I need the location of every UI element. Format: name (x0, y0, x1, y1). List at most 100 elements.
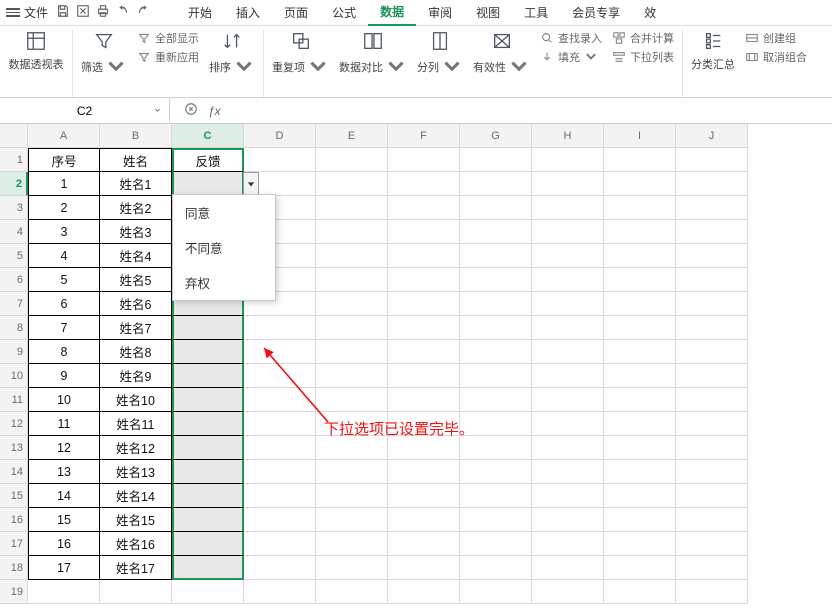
cell-A2[interactable]: 1 (28, 172, 100, 196)
cell-D13[interactable] (244, 436, 316, 460)
cell-F2[interactable] (388, 172, 460, 196)
col-header-A[interactable]: A (28, 124, 100, 148)
cell-I14[interactable] (604, 460, 676, 484)
cell-H3[interactable] (532, 196, 604, 220)
cell-B16[interactable]: 姓名15 (100, 508, 172, 532)
cell-A4[interactable]: 3 (28, 220, 100, 244)
cell-J19[interactable] (676, 580, 748, 604)
cell-I3[interactable] (604, 196, 676, 220)
col-header-C[interactable]: C (172, 124, 244, 148)
cell-B11[interactable]: 姓名10 (100, 388, 172, 412)
cell-G1[interactable] (460, 148, 532, 172)
cell-E13[interactable] (316, 436, 388, 460)
cell-E7[interactable] (316, 292, 388, 316)
col-header-G[interactable]: G (460, 124, 532, 148)
cell-B8[interactable]: 姓名7 (100, 316, 172, 340)
menu-tab-3[interactable]: 公式 (320, 0, 368, 26)
cell-A8[interactable]: 7 (28, 316, 100, 340)
cell-F4[interactable] (388, 220, 460, 244)
cell-G13[interactable] (460, 436, 532, 460)
cell-E19[interactable] (316, 580, 388, 604)
cell-J16[interactable] (676, 508, 748, 532)
menu-tab-1[interactable]: 插入 (224, 0, 272, 26)
cell-C14[interactable] (172, 460, 244, 484)
cell-J14[interactable] (676, 460, 748, 484)
cell-A3[interactable]: 2 (28, 196, 100, 220)
cell-F9[interactable] (388, 340, 460, 364)
row-header-8[interactable]: 8 (0, 316, 28, 340)
cell-H15[interactable] (532, 484, 604, 508)
lookup-button[interactable]: 查找录入 (540, 30, 602, 46)
cell-H16[interactable] (532, 508, 604, 532)
cell-D19[interactable] (244, 580, 316, 604)
cell-C13[interactable] (172, 436, 244, 460)
name-box[interactable] (0, 98, 170, 123)
dropdown-option-0[interactable]: 同意 (173, 195, 275, 230)
cell-H18[interactable] (532, 556, 604, 580)
row-header-5[interactable]: 5 (0, 244, 28, 268)
cell-E10[interactable] (316, 364, 388, 388)
cell-E16[interactable] (316, 508, 388, 532)
cell-C10[interactable] (172, 364, 244, 388)
cell-I18[interactable] (604, 556, 676, 580)
cell-I8[interactable] (604, 316, 676, 340)
filter-button[interactable]: 筛选 (81, 30, 127, 78)
cell-J1[interactable] (676, 148, 748, 172)
cell-I17[interactable] (604, 532, 676, 556)
cell-J2[interactable] (676, 172, 748, 196)
cell-B10[interactable]: 姓名9 (100, 364, 172, 388)
row-header-7[interactable]: 7 (0, 292, 28, 316)
cell-G4[interactable] (460, 220, 532, 244)
cell-D10[interactable] (244, 364, 316, 388)
cell-I6[interactable] (604, 268, 676, 292)
redo-icon[interactable] (136, 4, 150, 21)
row-header-18[interactable]: 18 (0, 556, 28, 580)
sort-button[interactable]: 排序 (209, 30, 255, 78)
save-icon[interactable] (56, 4, 70, 21)
cell-F19[interactable] (388, 580, 460, 604)
cell-E15[interactable] (316, 484, 388, 508)
col-header-E[interactable]: E (316, 124, 388, 148)
cell-F18[interactable] (388, 556, 460, 580)
cell-E3[interactable] (316, 196, 388, 220)
menu-tab-9[interactable]: 效 (632, 0, 668, 26)
col-header-J[interactable]: J (676, 124, 748, 148)
col-header-I[interactable]: I (604, 124, 676, 148)
compare-button[interactable]: 数据对比 (339, 30, 407, 78)
cell-C15[interactable] (172, 484, 244, 508)
row-header-11[interactable]: 11 (0, 388, 28, 412)
cell-I5[interactable] (604, 244, 676, 268)
cell-E6[interactable] (316, 268, 388, 292)
cell-A11[interactable]: 10 (28, 388, 100, 412)
cell-D11[interactable] (244, 388, 316, 412)
cell-F1[interactable] (388, 148, 460, 172)
row-header-17[interactable]: 17 (0, 532, 28, 556)
cell-I1[interactable] (604, 148, 676, 172)
row-header-9[interactable]: 9 (0, 340, 28, 364)
cell-A5[interactable]: 4 (28, 244, 100, 268)
cell-F11[interactable] (388, 388, 460, 412)
cell-B5[interactable]: 姓名4 (100, 244, 172, 268)
cell-A10[interactable]: 9 (28, 364, 100, 388)
cell-G10[interactable] (460, 364, 532, 388)
cell-I12[interactable] (604, 412, 676, 436)
cell-J9[interactable] (676, 340, 748, 364)
spreadsheet-grid[interactable]: ABCDEFGHIJ1序号姓名反馈21姓名132姓名243姓名354姓名465姓… (0, 124, 832, 604)
cell-G2[interactable] (460, 172, 532, 196)
cell-J7[interactable] (676, 292, 748, 316)
ungroup-button[interactable]: 取消组合 (745, 49, 807, 65)
cell-F7[interactable] (388, 292, 460, 316)
row-header-6[interactable]: 6 (0, 268, 28, 292)
cell-I10[interactable] (604, 364, 676, 388)
cell-H13[interactable] (532, 436, 604, 460)
cell-F3[interactable] (388, 196, 460, 220)
menu-file[interactable]: 文件 (24, 4, 48, 21)
cell-H17[interactable] (532, 532, 604, 556)
cell-I15[interactable] (604, 484, 676, 508)
cell-G16[interactable] (460, 508, 532, 532)
cell-J10[interactable] (676, 364, 748, 388)
cell-G19[interactable] (460, 580, 532, 604)
cell-H7[interactable] (532, 292, 604, 316)
cell-J12[interactable] (676, 412, 748, 436)
cell-D16[interactable] (244, 508, 316, 532)
